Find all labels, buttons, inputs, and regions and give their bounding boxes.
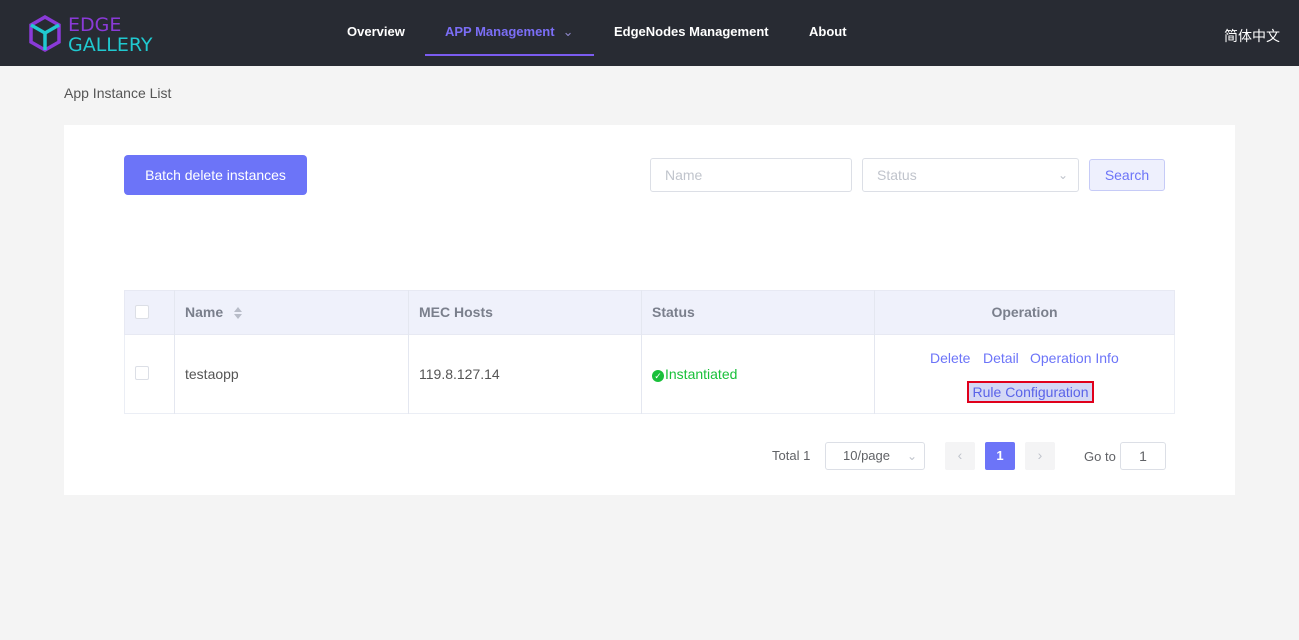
column-header-mec-hosts: MEC Hosts bbox=[419, 304, 493, 320]
nav-active-underline bbox=[425, 54, 594, 56]
goto-page-input[interactable]: 1 bbox=[1120, 442, 1166, 470]
nav-app-management[interactable]: APP Management ⌄ bbox=[445, 0, 573, 66]
name-search-input[interactable]: Name bbox=[650, 158, 852, 192]
logo-line1: EDGE bbox=[68, 14, 122, 36]
nav-about[interactable]: About bbox=[809, 0, 847, 66]
status-cell: ✓ Instantiated bbox=[652, 335, 737, 414]
chevron-down-icon: ⌄ bbox=[906, 449, 917, 463]
nav-edgenodes-management[interactable]: EdgeNodes Management bbox=[614, 0, 769, 66]
rule-configuration-link[interactable]: Rule Configuration bbox=[967, 381, 1094, 403]
prev-page-button[interactable]: ‹ bbox=[945, 442, 975, 470]
instance-name-cell: testaopp bbox=[185, 366, 239, 382]
column-divider bbox=[408, 290, 409, 414]
next-page-button[interactable]: › bbox=[1025, 442, 1055, 470]
operation-info-link[interactable]: Operation Info bbox=[1030, 350, 1119, 366]
pagination-total: Total 1 bbox=[772, 448, 811, 463]
detail-link[interactable]: Detail bbox=[983, 350, 1019, 366]
top-navbar: EDGE GALLERY Overview APP Management ⌄ Ed… bbox=[0, 0, 1299, 66]
mec-host-cell: 119.8.127.14 bbox=[419, 366, 500, 382]
page-title: App Instance List bbox=[64, 85, 172, 101]
logo-wordmark: EDGE GALLERY bbox=[68, 15, 153, 55]
column-header-status: Status bbox=[652, 304, 695, 320]
cube-logo-icon bbox=[29, 15, 61, 53]
chevron-down-icon: ⌄ bbox=[1057, 168, 1068, 182]
nav-app-management-label: APP Management bbox=[445, 24, 555, 39]
page-number-current[interactable]: 1 bbox=[985, 442, 1015, 470]
goto-label: Go to bbox=[1084, 449, 1116, 464]
search-button[interactable]: Search bbox=[1089, 159, 1165, 191]
column-header-name[interactable]: Name bbox=[185, 290, 243, 335]
page-size-select[interactable]: 10/page ⌄ bbox=[825, 442, 925, 470]
batch-delete-button[interactable]: Batch delete instances bbox=[124, 155, 307, 195]
status-select[interactable]: Status ⌄ bbox=[862, 158, 1079, 192]
column-header-name-label: Name bbox=[185, 304, 224, 320]
column-header-operation: Operation bbox=[991, 304, 1058, 320]
row-checkbox[interactable] bbox=[135, 366, 149, 380]
select-all-checkbox[interactable] bbox=[135, 305, 149, 319]
nav-overview[interactable]: Overview bbox=[347, 0, 405, 66]
logo-line2: GALLERY bbox=[68, 34, 153, 56]
sort-icon[interactable] bbox=[233, 306, 243, 320]
status-text: Instantiated bbox=[665, 366, 738, 382]
instance-list-card: Batch delete instances Name Status ⌄ Sea… bbox=[64, 125, 1235, 495]
language-switch[interactable]: 简体中文 bbox=[1224, 0, 1280, 66]
delete-link[interactable]: Delete bbox=[930, 350, 970, 366]
column-divider bbox=[174, 290, 175, 414]
status-select-placeholder: Status bbox=[877, 167, 917, 183]
edgegallery-logo[interactable]: EDGE GALLERY bbox=[28, 15, 168, 55]
column-divider bbox=[641, 290, 642, 414]
page-size-value: 10/page bbox=[843, 448, 890, 463]
check-circle-icon: ✓ bbox=[652, 370, 664, 382]
